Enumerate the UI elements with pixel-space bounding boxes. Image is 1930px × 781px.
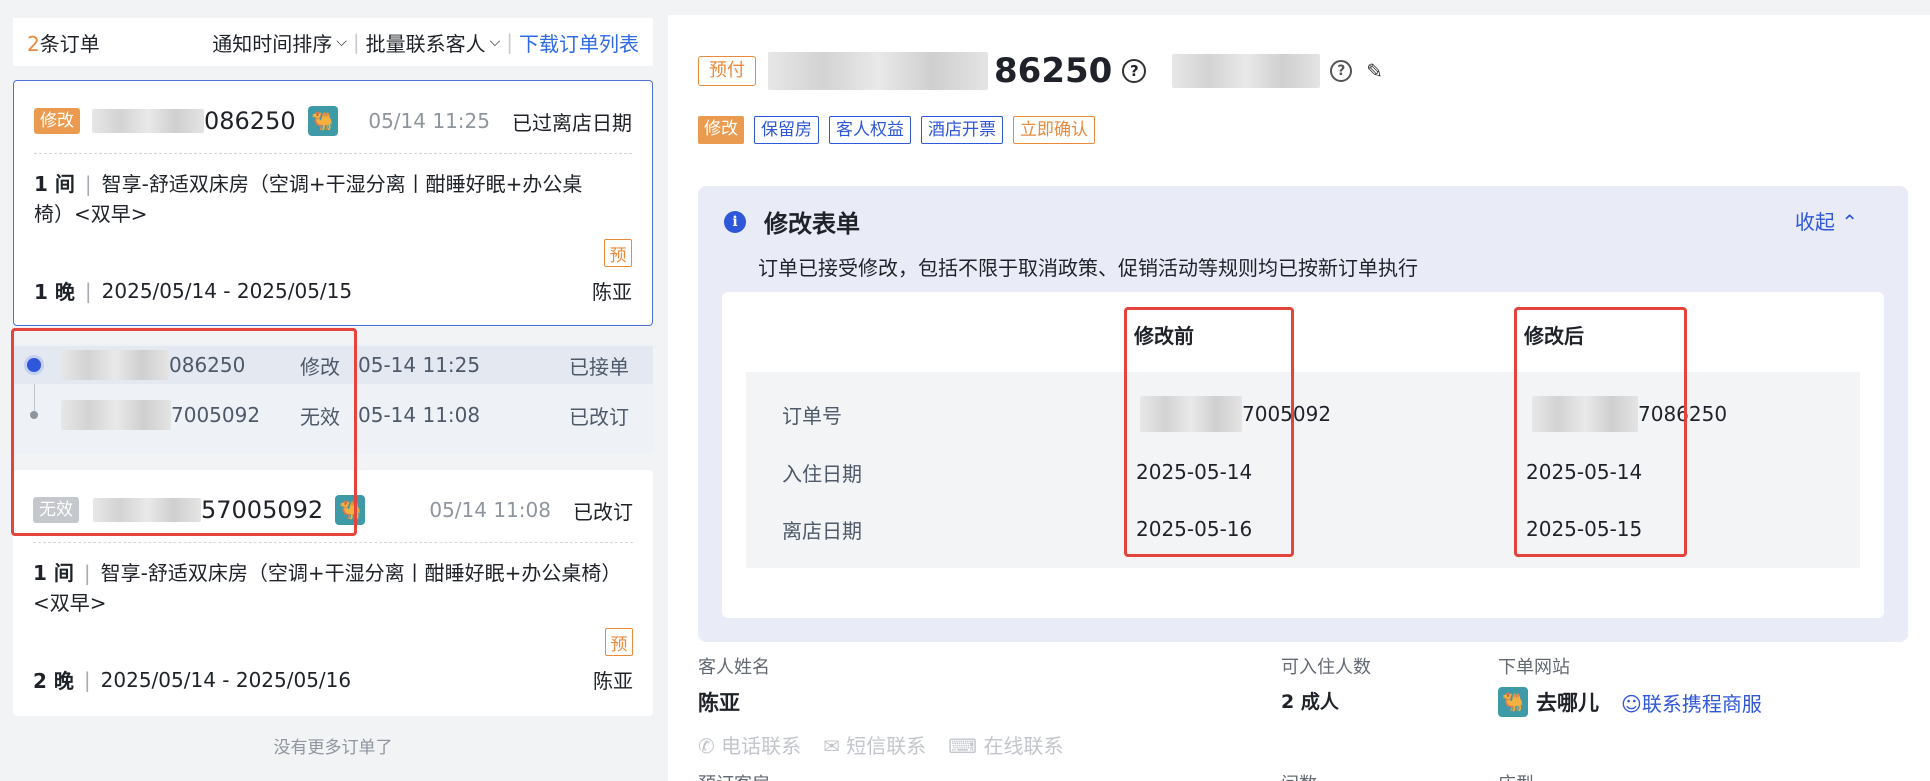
highlight-box bbox=[11, 328, 357, 536]
info-icon: i bbox=[724, 210, 746, 233]
contact-ctrip-link[interactable]: ☺联系携程商服 bbox=[1621, 688, 1762, 717]
no-more-orders: 没有更多订单了 bbox=[273, 738, 393, 758]
batch-contact-dropdown[interactable]: 批量联系客人 ⌵ bbox=[366, 28, 501, 57]
detail-order-number: 86250 bbox=[994, 51, 1113, 91]
modify-compare-table: 修改前 修改后 订单号 7005092 7086250 入住日期 2025-05… bbox=[722, 292, 1884, 618]
blurred-field bbox=[1172, 54, 1321, 88]
chevron-down-icon: ⌵ bbox=[489, 34, 501, 50]
detail-title: 预付 86250 ? ? ✎ bbox=[698, 51, 1383, 91]
help-icon[interactable]: ? bbox=[1330, 60, 1353, 82]
sort-dropdown[interactable]: 通知时间排序 ⌵ bbox=[212, 28, 347, 57]
room-info: 1 间 | 智享-舒适双床房（空调+干湿分离丨酣睡好眠+办公桌椅）<双早> bbox=[34, 172, 583, 226]
modify-form-title: 修改表单 bbox=[764, 210, 860, 238]
order-status: 已改订 bbox=[573, 499, 633, 524]
site-label: 下单网站 bbox=[1498, 657, 1570, 678]
stay-info: 2 晚 | 2025/05/14 - 2025/05/16 陈亚 bbox=[33, 665, 633, 694]
compare-row: 订单号 7005092 7086250 bbox=[746, 394, 1860, 434]
highlight-box bbox=[1514, 307, 1687, 557]
order-count: 2条订单 bbox=[27, 31, 100, 56]
compare-row: 离店日期 2025-05-16 2025-05-15 bbox=[782, 517, 1643, 543]
online-contact-button[interactable]: ⌨ 在线联系 bbox=[948, 730, 1063, 759]
order-status: 已过离店日期 bbox=[512, 110, 632, 135]
order-card[interactable]: 修改 086250 🐫 05/14 11:25 已过离店日期 1 间 | 智享-舒适… bbox=[13, 80, 653, 326]
phone-contact-button[interactable]: ✆ 电话联系 bbox=[698, 730, 801, 759]
capacity-value: 2 成人 bbox=[1281, 691, 1339, 713]
prepay-badge: 预 bbox=[604, 239, 632, 267]
modify-form-desc: 订单已接受修改，包括不限于取消政策、促销活动等规则均已按新订单执行 bbox=[758, 256, 1418, 280]
camel-icon: 🐫 bbox=[1498, 687, 1528, 717]
tag-instant-confirm: 立即确认 bbox=[1013, 116, 1095, 144]
capacity-label: 可入住人数 bbox=[1281, 657, 1371, 678]
order-time: 05/14 11:25 bbox=[368, 109, 490, 133]
download-order-list-link[interactable]: 下载订单列表 bbox=[519, 28, 639, 57]
blurred-order-prefix bbox=[768, 52, 988, 90]
guest-name-value: 陈亚 bbox=[698, 691, 740, 715]
order-list-header: 2条订单 通知时间排序 ⌵ | 批量联系客人 ⌵ | 下载订单列表 bbox=[13, 18, 653, 66]
prepay-badge: 预 bbox=[605, 628, 633, 656]
order-tag-modified: 修改 bbox=[34, 108, 80, 134]
sms-contact-button[interactable]: ✉ 短信联系 bbox=[823, 730, 926, 759]
tag-guest-benefits: 客人权益 bbox=[829, 116, 911, 144]
order-list-panel: 2条订单 通知时间排序 ⌵ | 批量联系客人 ⌵ | 下载订单列表 修改 08625… bbox=[0, 0, 666, 781]
bed-type-label: 床型 bbox=[1498, 770, 1534, 781]
compare-row: 入住日期 2025-05-14 2025-05-14 bbox=[782, 460, 1643, 486]
chevron-up-icon: ⌃ bbox=[1841, 210, 1858, 234]
modify-form-box: i 修改表单 收起 ⌃ 订单已接受修改，包括不限于取消政策、促销活动等规则均已按… bbox=[698, 186, 1908, 642]
prepay-tag: 预付 bbox=[698, 56, 756, 86]
guest-name-label: 客人姓名 bbox=[698, 657, 770, 678]
highlight-box bbox=[1124, 307, 1294, 557]
help-icon[interactable]: ? bbox=[1122, 59, 1147, 83]
chevron-down-icon: ⌵ bbox=[336, 34, 347, 50]
guest-name: 陈亚 bbox=[592, 280, 632, 304]
sms-icon: ✉ bbox=[823, 734, 840, 758]
room-info: 1 间 | 智享-舒适双床房（空调+干湿分离丨酣睡好眠+办公桌椅）<双早> bbox=[33, 561, 612, 615]
chat-icon: ⌨ bbox=[948, 734, 978, 758]
camel-icon: 🐫 bbox=[307, 106, 338, 136]
room-count-label: 间数 bbox=[1281, 770, 1317, 781]
guest-name: 陈亚 bbox=[593, 669, 633, 693]
phone-icon: ✆ bbox=[698, 734, 715, 758]
person-icon: ☺ bbox=[1621, 691, 1642, 716]
edit-icon[interactable]: ✎ bbox=[1366, 59, 1383, 83]
collapse-button[interactable]: 收起 ⌃ bbox=[1795, 206, 1858, 235]
order-site: 🐫 去哪儿 ☺联系携程商服 bbox=[1498, 687, 1762, 717]
order-detail-panel: 预付 86250 ? ? ✎ 修改 保留房 客人权益 酒店开票 立即确认 i 修… bbox=[668, 15, 1930, 781]
stay-info: 1 晚 | 2025/05/14 - 2025/05/15 陈亚 bbox=[34, 276, 632, 305]
tag-modified: 修改 bbox=[698, 116, 744, 144]
detail-tags: 修改 保留房 客人权益 酒店开票 立即确认 bbox=[698, 116, 1095, 144]
order-time: 05/14 11:08 bbox=[429, 498, 551, 522]
contact-actions: ✆ 电话联系 ✉ 短信联系 ⌨ 在线联系 bbox=[698, 730, 1063, 759]
order-number: 086250 bbox=[204, 107, 296, 135]
blurred-order-prefix bbox=[92, 109, 204, 133]
room-label: 预订客房 bbox=[698, 770, 770, 781]
tag-reserved-room: 保留房 bbox=[754, 116, 819, 144]
tag-hotel-invoice: 酒店开票 bbox=[921, 116, 1003, 144]
